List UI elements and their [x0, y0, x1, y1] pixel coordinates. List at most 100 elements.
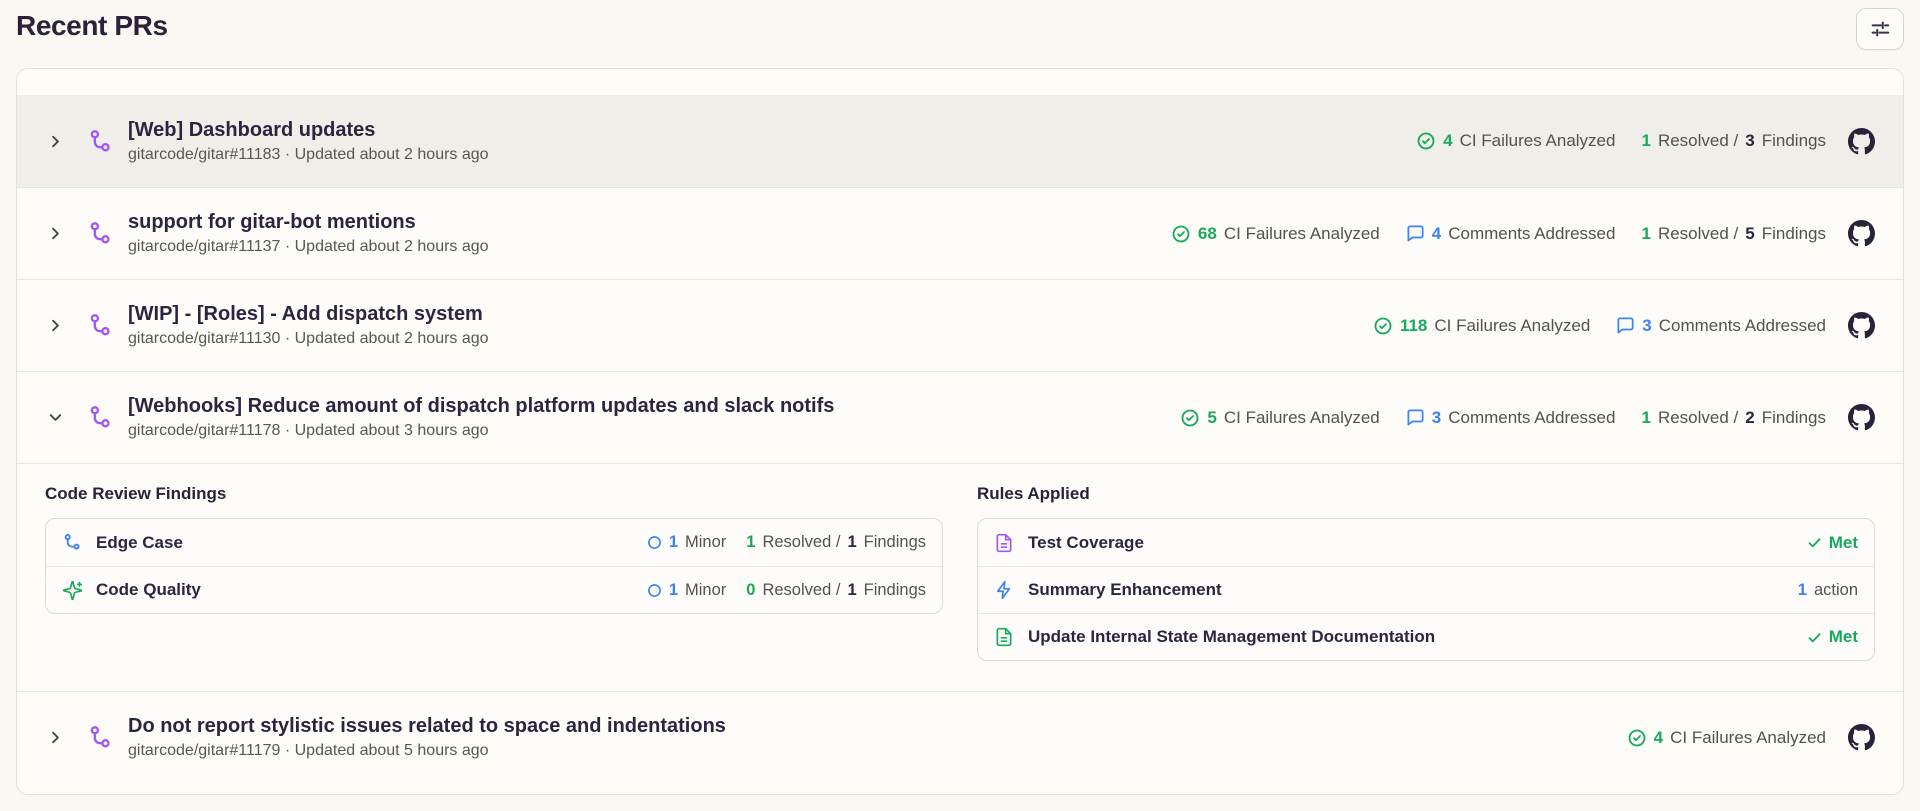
findings-count: 2 [1745, 407, 1755, 427]
resolved-label: Resolved / [1657, 131, 1739, 150]
ci-failures-badge: 68 CI Failures Analyzed [1171, 224, 1380, 244]
minor-chip: 1 Minor [647, 581, 726, 600]
rule-label: Test Coverage [1028, 532, 1144, 552]
ci-count: 68 [1197, 223, 1217, 243]
findings-label: Findings [1761, 407, 1826, 427]
resolved-label: Resolved / [762, 533, 841, 551]
minor-count: 1 [668, 533, 679, 551]
pr-row-roles-dispatch-system[interactable]: [WIP] - [Roles] - Add dispatch system gi… [17, 279, 1903, 371]
finding-label: Edge Case [96, 532, 183, 552]
pr-badges: 4 CI Failures Analyzed 1 Resolved / 3 Fi… [1416, 131, 1826, 151]
resolved-count: 0 [746, 580, 756, 599]
ci-label: CI Failures Analyzed [1223, 407, 1380, 427]
github-icon[interactable] [1848, 127, 1875, 155]
circle-check-icon [1416, 131, 1436, 151]
pr-title: support for gitar-bot mentions [128, 211, 416, 233]
findings-label: Findings [1761, 131, 1826, 150]
pr-meta: gitarcode/gitar#11178 · Updated about 3 … [128, 422, 489, 439]
comments-badge: 4 Comments Addressed [1406, 223, 1615, 244]
findings-label: Findings [1761, 223, 1826, 243]
finding-resolved-stats: 1 Resolved / 1 Findings [746, 533, 926, 552]
action-count-chip: 1 action [1798, 581, 1858, 600]
rule-status-label: Met [1828, 532, 1858, 552]
ci-label: CI Failures Analyzed [1434, 315, 1591, 335]
finding-label: Code Quality [96, 580, 201, 599]
pull-request-icon [87, 128, 114, 155]
circle-check-icon [1627, 728, 1647, 748]
topbar: Recent PRs [0, 0, 1920, 64]
pr-row-gitar-bot-mentions[interactable]: support for gitar-bot mentions gitarcode… [17, 187, 1903, 279]
rules-panel-title: Rules Applied [977, 484, 1090, 503]
expanded-pr-detail: Code Review Findings Edge Case 1 Minor 1… [17, 463, 1903, 691]
github-icon[interactable] [1848, 220, 1875, 247]
pr-text: [Webhooks] Reduce amount of dispatch pla… [128, 395, 834, 440]
comments-badge: 3 Comments Addressed [1406, 407, 1616, 428]
ci-failures-badge: 118 CI Failures Analyzed [1373, 316, 1590, 336]
rule-label: Summary Enhancement [1028, 580, 1222, 599]
chevron-right-icon[interactable] [45, 131, 65, 151]
findings-count: 1 [847, 533, 857, 551]
findings-count: 1 [847, 580, 857, 599]
pr-row-stylistic-issues[interactable]: Do not report stylistic issues related t… [17, 691, 1903, 783]
circle-check-icon [1373, 316, 1393, 336]
pr-title: [Webhooks] Reduce amount of dispatch pla… [128, 395, 835, 417]
findings-badge: 1 Resolved / 5 Findings [1641, 224, 1826, 244]
resolved-count: 1 [1641, 407, 1651, 427]
ci-count: 5 [1207, 407, 1217, 427]
rule-row-summary-enhancement[interactable]: Summary Enhancement 1 action [978, 566, 1874, 613]
ci-count: 4 [1443, 131, 1453, 150]
github-icon[interactable] [1848, 312, 1875, 339]
page-title: Recent PRs [16, 10, 168, 41]
finding-row-edge-case[interactable]: Edge Case 1 Minor 1 Resolved / 1 Finding… [46, 519, 942, 566]
document-icon [994, 532, 1015, 553]
pull-request-icon [87, 312, 114, 339]
chevron-right-icon[interactable] [45, 316, 65, 336]
resolved-count: 1 [1641, 131, 1651, 150]
pr-badges: 68 CI Failures Analyzed 4 Comments Addre… [1171, 224, 1826, 244]
comment-icon [1616, 316, 1635, 335]
pr-title: [WIP] - [Roles] - Add dispatch system [128, 303, 483, 325]
severity-circle-icon [647, 535, 662, 550]
finding-stats: 1 Minor 0 Resolved / 1 Findings [647, 581, 926, 600]
pull-request-icon [87, 724, 114, 751]
findings-count: 5 [1745, 223, 1755, 243]
ci-failures-badge: 5 CI Failures Analyzed [1180, 407, 1380, 428]
rule-row-test-coverage[interactable]: Test Coverage Met [978, 519, 1874, 566]
ci-label: CI Failures Analyzed [1670, 727, 1826, 747]
circle-check-icon [1180, 408, 1200, 428]
findings-badge: 1 Resolved / 2 Findings [1641, 408, 1826, 428]
pr-row-webhooks-dispatch-updates[interactable]: [Webhooks] Reduce amount of dispatch pla… [17, 371, 1903, 463]
comments-count: 4 [1431, 223, 1442, 243]
comments-label: Comments Addressed [1448, 407, 1616, 427]
rule-action: 1 action [1798, 581, 1858, 600]
sparkles-icon [62, 580, 83, 601]
resolved-count: 1 [1641, 223, 1651, 243]
sliders-icon [1869, 18, 1891, 40]
minor-label: Minor [685, 533, 727, 551]
findings-label: Findings [863, 533, 926, 551]
comments-count: 3 [1431, 407, 1442, 427]
findings-label: Findings [863, 580, 926, 599]
pr-badges: 5 CI Failures Analyzed 3 Comments Addres… [1180, 408, 1826, 428]
pr-text: Do not report stylistic issues related t… [128, 715, 726, 760]
ci-count: 4 [1653, 727, 1664, 747]
github-icon[interactable] [1848, 724, 1875, 751]
ci-label: CI Failures Analyzed [1223, 223, 1380, 243]
severity-circle-icon [647, 583, 662, 598]
ci-failures-badge: 4 CI Failures Analyzed [1416, 131, 1615, 151]
rule-row-update-docs[interactable]: Update Internal State Management Documen… [978, 613, 1874, 660]
pull-request-icon [87, 404, 114, 431]
resolved-count: 1 [746, 533, 756, 551]
pr-row-web-dashboard-updates[interactable]: [Web] Dashboard updates gitarcode/gitar#… [17, 95, 1903, 187]
github-icon[interactable] [1848, 404, 1875, 431]
chevron-right-icon[interactable] [45, 728, 65, 748]
chevron-down-icon[interactable] [45, 408, 65, 428]
findings-badge: 1 Resolved / 3 Findings [1641, 131, 1826, 151]
ci-label: CI Failures Analyzed [1459, 131, 1616, 150]
chevron-right-icon[interactable] [45, 224, 65, 244]
comment-icon [1406, 408, 1425, 427]
ci-failures-badge: 4 CI Failures Analyzed [1627, 728, 1826, 748]
filter-button[interactable] [1856, 8, 1904, 50]
document-icon [994, 627, 1015, 648]
finding-row-code-quality[interactable]: Code Quality 1 Minor 0 Resolved / 1 Find… [46, 566, 942, 613]
